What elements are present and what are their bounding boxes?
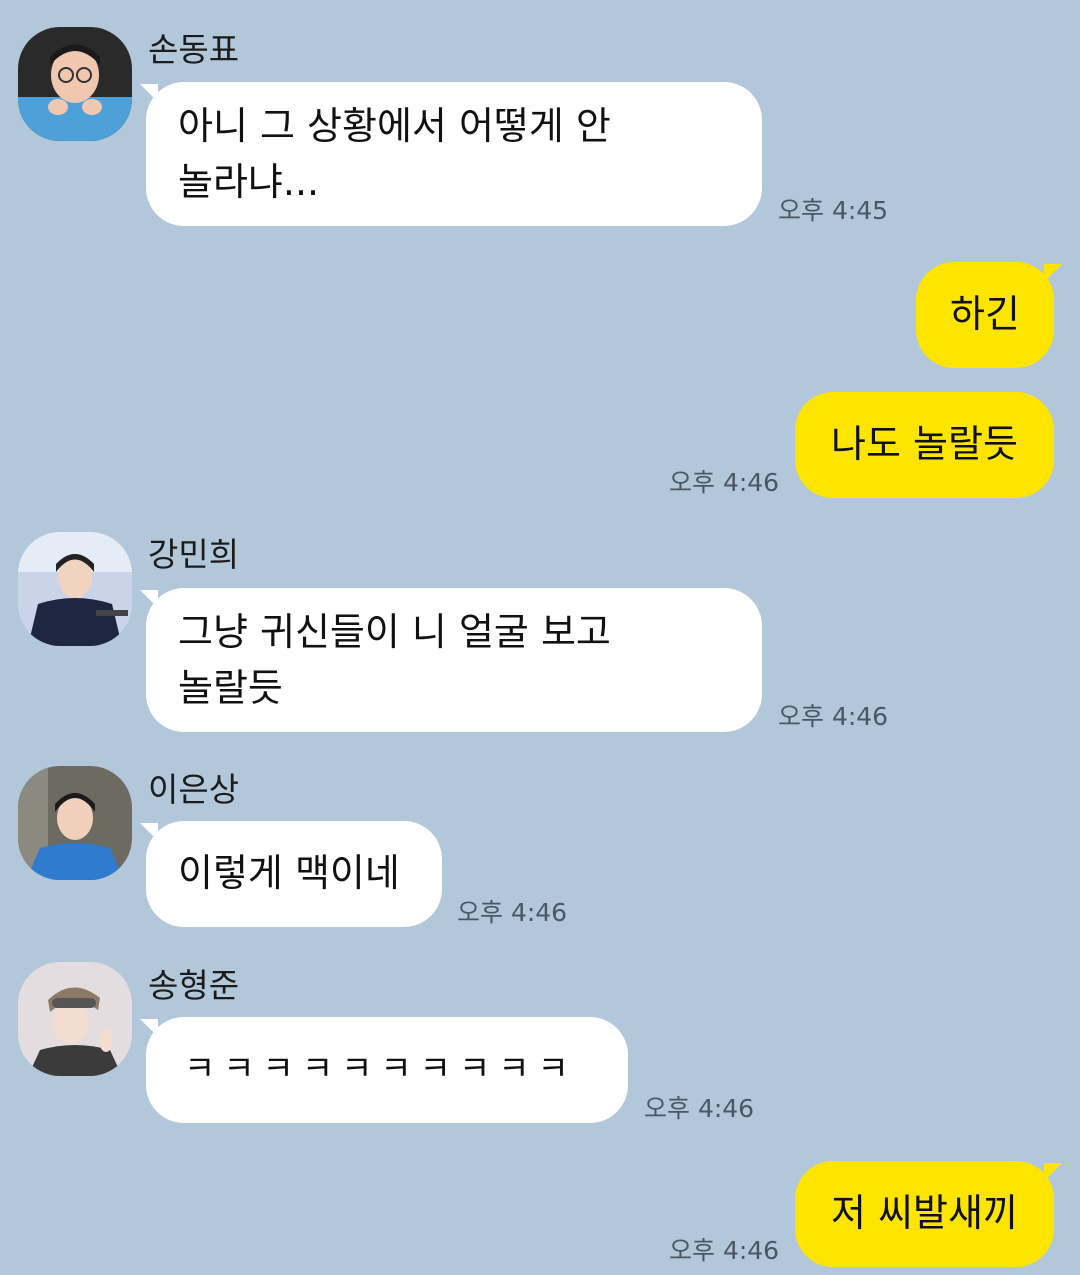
message-text-line: 저 씨발새끼 [831, 1191, 1018, 1235]
message-text-line: 놀라냐... [178, 160, 320, 204]
sender-name: 강민희 [148, 535, 240, 574]
message-bubble[interactable]: 저 씨발새끼 [795, 1161, 1054, 1267]
message-bubble[interactable]: 이렇게 맥이네 [146, 821, 442, 927]
message-timestamp: 오후 4:46 [669, 1236, 780, 1265]
message-text-line: 그냥 귀신들이 니 얼굴 보고 [178, 610, 611, 654]
message-text-line: 나도 놀랄듯 [831, 422, 1018, 466]
bubble-tail [1044, 1163, 1062, 1181]
sender-name: 손동표 [148, 30, 240, 69]
message-bubble[interactable]: ㅋㅋㅋㅋㅋㅋㅋㅋㅋㅋ [146, 1017, 628, 1123]
message-text-line: ㅋㅋㅋㅋㅋㅋㅋㅋㅋㅋ [184, 1049, 577, 1089]
avatar-leeeunsang[interactable] [18, 766, 132, 880]
message-bubble[interactable]: 하긴 [916, 262, 1054, 368]
message-timestamp: 오후 4:46 [457, 898, 568, 927]
message-timestamp: 오후 4:46 [778, 702, 889, 731]
message-text-line: 하긴 [950, 292, 1020, 336]
message-text-line: 이렇게 맥이네 [178, 851, 400, 895]
message-bubble[interactable]: 그냥 귀신들이 니 얼굴 보고 놀랄듯 [146, 588, 762, 732]
message-bubble[interactable]: 나도 놀랄듯 [795, 392, 1054, 498]
avatar-songhyeongjun[interactable] [18, 962, 132, 1076]
message-text-line: 놀랄듯 [178, 666, 283, 710]
sender-name: 송형준 [148, 966, 240, 1005]
avatar-kangminhee[interactable] [18, 532, 132, 646]
message-timestamp: 오후 4:46 [669, 468, 780, 497]
bubble-tail [1044, 264, 1062, 282]
message-timestamp: 오후 4:46 [644, 1094, 755, 1123]
message-bubble[interactable]: 아니 그 상황에서 어떻게 안 놀라냐... [146, 82, 762, 226]
avatar-sondongpyo[interactable] [18, 27, 132, 141]
message-text-line: 아니 그 상황에서 어떻게 안 [178, 104, 611, 148]
message-timestamp: 오후 4:45 [778, 196, 889, 225]
sender-name: 이은상 [148, 770, 240, 809]
